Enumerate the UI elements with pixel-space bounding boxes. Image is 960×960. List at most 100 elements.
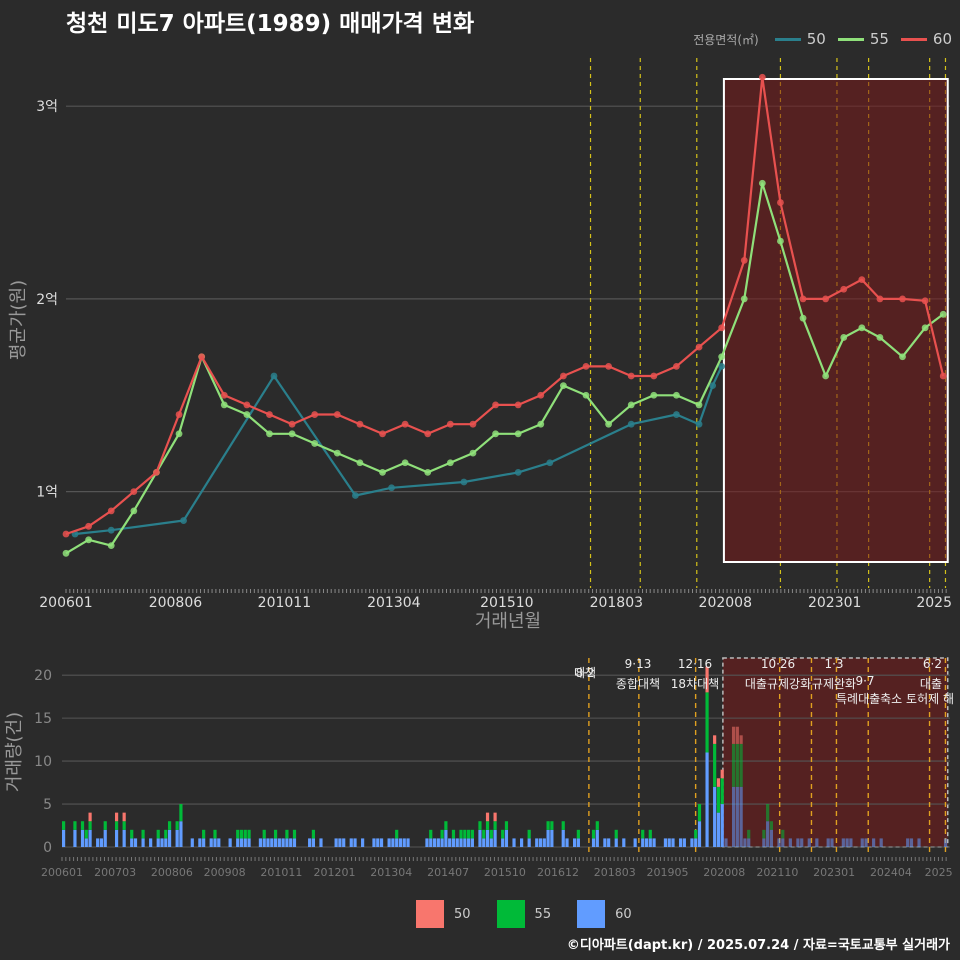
volume-bar <box>542 838 546 847</box>
policy-annotation-date: 1·3 <box>824 657 843 671</box>
policy-annotation-label: 특례대출축소 토허제 해 <box>836 692 954 706</box>
volume-bar <box>236 829 240 839</box>
volume-bar <box>285 829 289 839</box>
volume-bar <box>114 829 119 847</box>
volume-x-tick-label: 202008 <box>703 866 745 879</box>
data-point-60 <box>424 430 432 438</box>
data-point-60 <box>288 420 296 428</box>
volume-bar <box>270 838 274 847</box>
volume-bar <box>482 838 486 847</box>
volume-bar <box>470 838 474 847</box>
volume-bar <box>747 838 751 847</box>
volume-legend-50: 50 <box>416 900 471 928</box>
volume-bar <box>591 829 596 839</box>
volume-bar <box>512 838 516 847</box>
volume-x-tick-label: 201510 <box>484 866 526 879</box>
volume-bar <box>141 838 145 847</box>
volume-bar <box>781 838 785 847</box>
data-point-55 <box>939 310 947 318</box>
data-point-50 <box>270 372 278 380</box>
volume-bar <box>697 804 702 822</box>
data-point-60 <box>605 362 613 370</box>
volume-bar <box>80 821 85 830</box>
volume-bar <box>731 726 736 744</box>
data-point-60 <box>446 420 454 428</box>
volume-bar <box>504 829 509 847</box>
data-point-55 <box>62 549 70 557</box>
volume-bar <box>690 838 694 847</box>
x-tick-label: 200806 <box>149 595 203 611</box>
data-point-50 <box>460 478 468 486</box>
data-point-55 <box>695 401 703 409</box>
volume-bar <box>735 726 739 744</box>
volume-bar <box>440 838 444 847</box>
volume-bar <box>440 829 444 839</box>
volume-bar <box>735 743 739 787</box>
volume-bar <box>470 829 474 839</box>
volume-bar <box>247 829 251 839</box>
volume-bar <box>349 838 353 847</box>
volume-bar <box>607 838 611 847</box>
volume-bar <box>80 829 85 847</box>
data-point-55 <box>446 459 454 467</box>
volume-bar <box>217 838 221 847</box>
volume-bar <box>175 821 179 830</box>
data-point-60 <box>627 372 635 380</box>
volume-bar <box>167 829 172 847</box>
volume-bar <box>561 821 565 830</box>
data-point-50 <box>388 484 395 492</box>
volume-bar <box>830 838 834 847</box>
data-point-60 <box>718 324 726 332</box>
volume-bar <box>614 829 618 839</box>
volume-bar <box>387 838 391 847</box>
data-point-60 <box>85 522 93 530</box>
volume-bar <box>482 829 486 839</box>
volume-bar <box>141 829 145 839</box>
volume-bar <box>273 838 278 847</box>
volume-bar <box>826 838 830 847</box>
volume-bar <box>228 838 232 847</box>
policy-annotation-label: 18차대책 <box>671 676 719 691</box>
volume-bar <box>769 821 774 830</box>
data-point-60 <box>673 362 680 370</box>
x-tick-label: 201803 <box>590 595 643 611</box>
volume-y-tick-label: 5 <box>43 797 52 813</box>
volume-bar <box>713 735 717 744</box>
volume-bar <box>243 838 247 847</box>
volume-bar <box>179 804 183 822</box>
volume-bar <box>724 838 728 847</box>
y-tick-label: 1억 <box>36 485 58 501</box>
volume-bar <box>292 838 297 847</box>
volume-bar <box>398 838 403 847</box>
volume-bar <box>550 821 554 830</box>
volume-bar <box>213 829 217 839</box>
volume-x-tick-label: 202301 <box>813 866 855 879</box>
data-point-60 <box>559 372 567 380</box>
volume-bar <box>88 812 92 822</box>
volume-bar <box>459 829 463 839</box>
volume-bar <box>130 838 134 847</box>
volume-y-tick-label: 15 <box>34 711 52 727</box>
volume-bar <box>243 829 247 839</box>
volume-bar <box>739 743 743 787</box>
volume-bar <box>652 838 656 847</box>
volume-bar <box>576 829 580 839</box>
volume-bar <box>406 838 410 847</box>
data-point-55 <box>401 459 409 467</box>
volume-bar <box>448 838 452 847</box>
volume-bar <box>73 829 77 847</box>
volume-x-tick-label: 200908 <box>204 866 246 879</box>
policy-annotation-date: 9·13 <box>625 657 652 671</box>
volume-bar <box>262 829 266 839</box>
data-point-60 <box>537 391 545 399</box>
volume-bar <box>156 829 160 839</box>
volume-bar <box>720 804 724 847</box>
volume-bar <box>633 838 637 847</box>
x-tick-label: 202008 <box>699 595 752 611</box>
data-point-55 <box>858 324 866 332</box>
data-point-60 <box>840 285 848 293</box>
volume-bar <box>644 838 649 847</box>
data-point-60 <box>62 530 70 538</box>
data-point-60 <box>740 256 748 264</box>
volume-bar <box>762 838 766 847</box>
